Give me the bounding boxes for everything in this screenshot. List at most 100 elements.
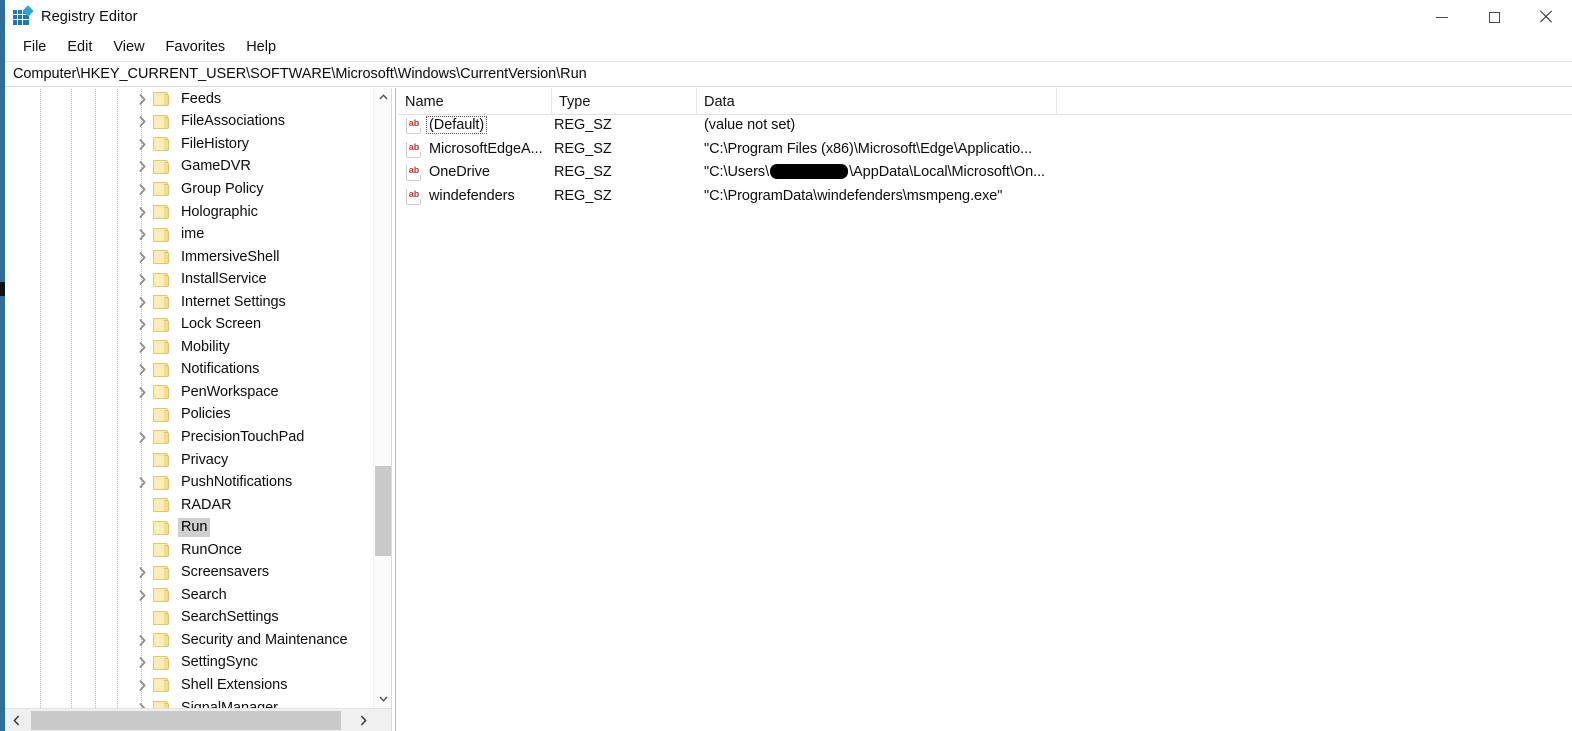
list-column-headers: Name Type Data xyxy=(398,88,1572,115)
tree-item[interactable]: PushNotifications xyxy=(5,471,373,494)
column-header-data[interactable]: Data xyxy=(697,88,1057,115)
tree-item-label: PenWorkspace xyxy=(181,383,279,400)
tree-item[interactable]: InstallService xyxy=(5,268,373,291)
column-header-filler xyxy=(1057,88,1572,115)
tree-item[interactable]: Mobility xyxy=(5,336,373,359)
chevron-right-icon[interactable] xyxy=(134,584,150,606)
tree-vertical-scrollbar[interactable] xyxy=(373,88,391,708)
tree-item[interactable]: PrecisionTouchPad xyxy=(5,426,373,449)
menu-item-view[interactable]: View xyxy=(103,36,154,59)
tree-item[interactable]: Search xyxy=(5,584,373,607)
registry-value-row[interactable]: ab windefenders REG_SZ "C:\ProgramData\wind… xyxy=(398,186,1572,210)
menu-item-favorites[interactable]: Favorites xyxy=(156,36,236,59)
folder-icon xyxy=(153,497,172,513)
column-header-name[interactable]: Name xyxy=(398,88,552,115)
chevron-right-icon[interactable] xyxy=(134,629,150,651)
registry-value-row[interactable]: ab MicrosoftEdgeA... REG_SZ "C:\Program Fil… xyxy=(398,139,1572,163)
tree-item[interactable]: Privacy xyxy=(5,449,373,472)
folder-icon xyxy=(153,632,172,648)
folder-icon xyxy=(153,249,172,265)
maximize-button[interactable] xyxy=(1468,0,1520,34)
folder-icon xyxy=(153,565,172,581)
tree-item[interactable]: Policies xyxy=(5,404,373,427)
chevron-right-icon[interactable] xyxy=(134,88,150,110)
chevron-right-icon[interactable] xyxy=(134,224,150,246)
minimize-button[interactable] xyxy=(1416,0,1468,34)
chevron-right-icon[interactable] xyxy=(134,291,150,313)
tree-item[interactable]: Screensavers xyxy=(5,561,373,584)
tree-item[interactable]: Group Policy xyxy=(5,178,373,201)
chevron-right-icon[interactable] xyxy=(134,697,150,708)
tree-item[interactable]: Security and Maintenance xyxy=(5,629,373,652)
chevron-down-icon[interactable] xyxy=(374,690,391,708)
tree-item-label: Privacy xyxy=(181,451,229,468)
folder-icon xyxy=(153,384,172,400)
tree-item-label: GameDVR xyxy=(181,158,251,175)
menu-item-edit[interactable]: Edit xyxy=(57,36,102,59)
tree-item-label: FileAssociations xyxy=(181,113,285,130)
registry-values-list[interactable]: ab (Default) REG_SZ (value not set) ab Micros… xyxy=(398,115,1572,209)
registry-value-row[interactable]: ab OneDrive REG_SZ "C:\Users\ \AppData\Local… xyxy=(398,162,1572,186)
folder-icon xyxy=(153,452,172,468)
tree-item[interactable]: Internet Settings xyxy=(5,291,373,314)
tree-item[interactable]: SettingSync xyxy=(5,652,373,675)
address-bar[interactable]: Computer\HKEY_CURRENT_USER\SOFTWARE\Micr… xyxy=(5,61,1572,87)
chevron-right-icon[interactable] xyxy=(134,178,150,200)
tree-item-label: Screensavers xyxy=(181,564,270,581)
tree-item[interactable]: GameDVR xyxy=(5,156,373,179)
pane-splitter[interactable] xyxy=(391,88,396,731)
tree-item[interactable]: Notifications xyxy=(5,359,373,382)
chevron-right-icon[interactable] xyxy=(134,133,150,155)
tree-item[interactable]: FileHistory xyxy=(5,133,373,156)
menu-item-file[interactable]: File xyxy=(13,36,56,59)
tree-item[interactable]: FileAssociations xyxy=(5,111,373,134)
tree-item[interactable]: SearchSettings xyxy=(5,607,373,630)
chevron-up-icon[interactable] xyxy=(374,88,391,106)
menu-item-help[interactable]: Help xyxy=(236,36,286,59)
chevron-right-icon[interactable] xyxy=(134,336,150,358)
registry-value-row[interactable]: ab (Default) REG_SZ (value not set) xyxy=(398,115,1572,139)
chevron-right-icon[interactable] xyxy=(134,381,150,403)
chevron-right-icon[interactable] xyxy=(134,562,150,584)
chevron-right-icon[interactable] xyxy=(134,652,150,674)
tree-item[interactable]: Lock Screen xyxy=(5,313,373,336)
tree-item-label: PrecisionTouchPad xyxy=(181,428,305,445)
folder-icon xyxy=(153,204,172,220)
tree-item[interactable]: RADAR xyxy=(5,494,373,517)
chevron-right-icon[interactable] xyxy=(134,359,150,381)
chevron-right-icon[interactable] xyxy=(352,709,374,731)
tree-item-label: Internet Settings xyxy=(181,293,286,310)
string-value-icon: ab xyxy=(406,141,423,158)
tree-horizontal-scrollbar[interactable] xyxy=(5,708,391,731)
string-value-icon: ab xyxy=(406,118,423,134)
chevron-right-icon[interactable] xyxy=(134,426,150,448)
chevron-right-icon[interactable] xyxy=(134,246,150,268)
tree-item-label: Notifications xyxy=(181,361,260,378)
tree-item[interactable]: RunOnce xyxy=(5,539,373,562)
minimize-icon xyxy=(1436,16,1448,18)
tree-item[interactable]: ime xyxy=(5,223,373,246)
chevron-right-icon[interactable] xyxy=(134,674,150,696)
tree-item[interactable]: SignalManager xyxy=(5,697,373,708)
tree-hscrollbar-thumb[interactable] xyxy=(31,711,341,730)
chevron-right-icon[interactable] xyxy=(134,314,150,336)
tree-item[interactable]: Shell Extensions xyxy=(5,674,373,697)
chevron-left-icon[interactable] xyxy=(5,709,27,731)
tree-item[interactable]: Run xyxy=(5,516,373,539)
chevron-right-icon[interactable] xyxy=(134,269,150,291)
chevron-right-icon[interactable] xyxy=(134,201,150,223)
tree-item[interactable]: Feeds xyxy=(5,88,373,111)
tree-item[interactable]: PenWorkspace xyxy=(5,381,373,404)
column-header-type[interactable]: Type xyxy=(552,88,697,115)
tree-item-label: Search xyxy=(181,586,227,603)
chevron-right-icon[interactable] xyxy=(134,472,150,494)
chevron-right-icon[interactable] xyxy=(134,156,150,178)
chevron-right-icon[interactable] xyxy=(134,111,150,133)
tree-item[interactable]: Holographic xyxy=(5,201,373,224)
tree-item-label: Mobility xyxy=(181,338,230,355)
close-button[interactable] xyxy=(1520,0,1572,34)
registry-value-name: OneDrive xyxy=(429,164,490,181)
tree-scrollbar-thumb[interactable] xyxy=(375,466,391,556)
registry-tree[interactable]: Feeds FileAssociations FileHistory GameDVR G… xyxy=(5,88,373,708)
tree-item[interactable]: ImmersiveShell xyxy=(5,246,373,269)
